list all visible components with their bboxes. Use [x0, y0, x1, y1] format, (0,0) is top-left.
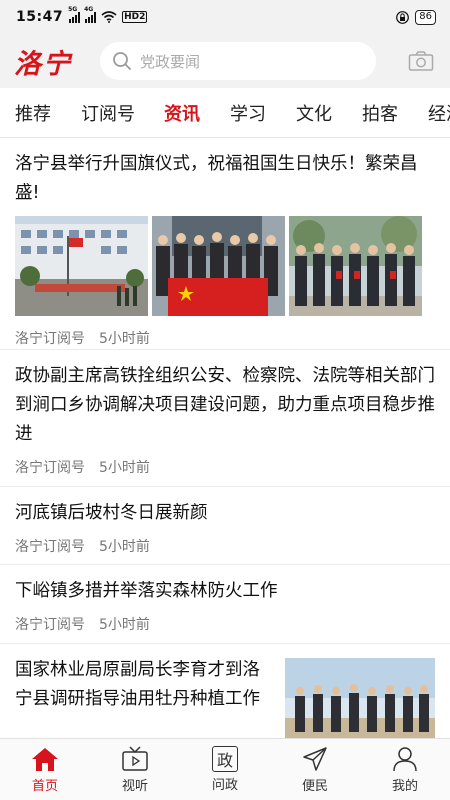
search-placeholder: 党政要闻	[140, 52, 201, 71]
news-image-row	[15, 216, 435, 316]
home-icon	[31, 745, 59, 773]
news-title: 下峪镇多措并举落实森林防火工作	[15, 581, 278, 601]
news-image	[285, 658, 435, 738]
news-title: 政协副主席高铁拴组织公安、检察院、法院等相关部门到涧口乡协调解决项目建设问题，助…	[15, 366, 435, 444]
news-time: 5小时前	[99, 539, 150, 555]
news-time: 5小时前	[99, 460, 150, 476]
status-time: 15:47	[16, 9, 64, 25]
battery-indicator: 86	[415, 9, 436, 25]
tab-study[interactable]: 学习	[230, 100, 266, 126]
nav-label: 首页	[31, 779, 58, 794]
news-title: 河底镇后坡村冬日展新颜	[15, 503, 208, 523]
news-source: 洛宁订阅号	[15, 539, 85, 555]
tab-subscription[interactable]: 订阅号	[81, 100, 135, 126]
news-time: 5小时前	[99, 617, 150, 633]
nav-service[interactable]: 便民	[270, 739, 360, 800]
news-item[interactable]: 政协副主席高铁拴组织公安、检察院、法院等相关部门到涧口乡协调解决项目建设问题，助…	[0, 350, 450, 487]
nav-media[interactable]: 视听	[90, 739, 180, 800]
category-tabs: 推荐 订阅号 资讯 学习 文化 拍客 经济	[0, 88, 450, 138]
nav-inquiry[interactable]: 政 问政	[180, 739, 270, 800]
news-image	[15, 216, 148, 316]
tv-icon	[121, 745, 149, 773]
news-item[interactable]: 河底镇后坡村冬日展新颜 洛宁订阅号 5小时前	[0, 487, 450, 565]
news-meta: 洛宁订阅号 5小时前	[15, 606, 435, 644]
news-meta: 洛宁订阅号 5小时前	[15, 528, 435, 566]
news-image	[152, 216, 285, 316]
lock-icon	[396, 10, 410, 24]
camera-icon	[408, 51, 434, 71]
tab-photographer[interactable]: 拍客	[362, 100, 398, 126]
tab-recommend[interactable]: 推荐	[15, 100, 51, 126]
tab-news[interactable]: 资讯	[164, 100, 200, 126]
send-icon	[301, 745, 329, 773]
nav-label: 问政	[211, 778, 238, 793]
user-icon	[391, 745, 419, 773]
nav-label: 我的	[391, 779, 418, 794]
news-item[interactable]: 洛宁县举行升国旗仪式，祝福祖国生日快乐！繁荣昌盛! 洛宁订阅号 5小时前	[0, 138, 450, 350]
news-title: 洛宁县举行升国旗仪式，祝福祖国生日快乐！繁荣昌盛!	[15, 154, 418, 203]
tab-economy[interactable]: 经济	[428, 100, 450, 126]
news-source: 洛宁订阅号	[15, 617, 85, 633]
nav-home[interactable]: 首页	[0, 739, 90, 800]
news-item[interactable]: 下峪镇多措并举落实森林防火工作 洛宁订阅号 5小时前	[0, 565, 450, 644]
news-time: 5小时前	[99, 331, 150, 347]
bottom-nav: 首页 视听 政 问政 便民 我的	[0, 738, 450, 800]
news-source: 洛宁订阅号	[15, 460, 85, 476]
zheng-icon: 政	[212, 746, 238, 772]
signal-icon: 4G	[84, 6, 97, 23]
search-bar[interactable]: 党政要闻	[100, 42, 376, 80]
news-title: 国家林业局原副局长李育才到洛宁县调研指导油用牡丹种植工作	[15, 660, 260, 709]
news-item[interactable]: 国家林业局原副局长李育才到洛宁县调研指导油用牡丹种植工作	[0, 644, 450, 738]
nav-label: 便民	[301, 779, 328, 794]
wifi-icon	[101, 11, 117, 23]
news-source: 洛宁订阅号	[15, 331, 85, 347]
app-logo[interactable]: 洛宁	[14, 42, 94, 81]
status-bar: 15:47 5G 4G HD2 86	[0, 0, 450, 34]
tab-culture[interactable]: 文化	[296, 100, 332, 126]
signal-icon: 5G	[68, 6, 81, 23]
nav-label: 视听	[121, 779, 148, 794]
status-icons: 5G 4G HD2	[68, 6, 148, 23]
search-icon	[113, 52, 131, 70]
camera-button[interactable]	[406, 46, 436, 76]
news-feed: 洛宁县举行升国旗仪式，祝福祖国生日快乐！繁荣昌盛! 洛宁订阅号 5小时前 政协副…	[0, 138, 450, 738]
header: 洛宁 党政要闻	[0, 34, 450, 88]
nav-profile[interactable]: 我的	[360, 739, 450, 800]
hd-indicator: HD2	[122, 11, 148, 23]
status-right: 86	[396, 9, 436, 25]
news-image	[289, 216, 422, 316]
news-meta: 洛宁订阅号 5小时前	[15, 449, 435, 487]
